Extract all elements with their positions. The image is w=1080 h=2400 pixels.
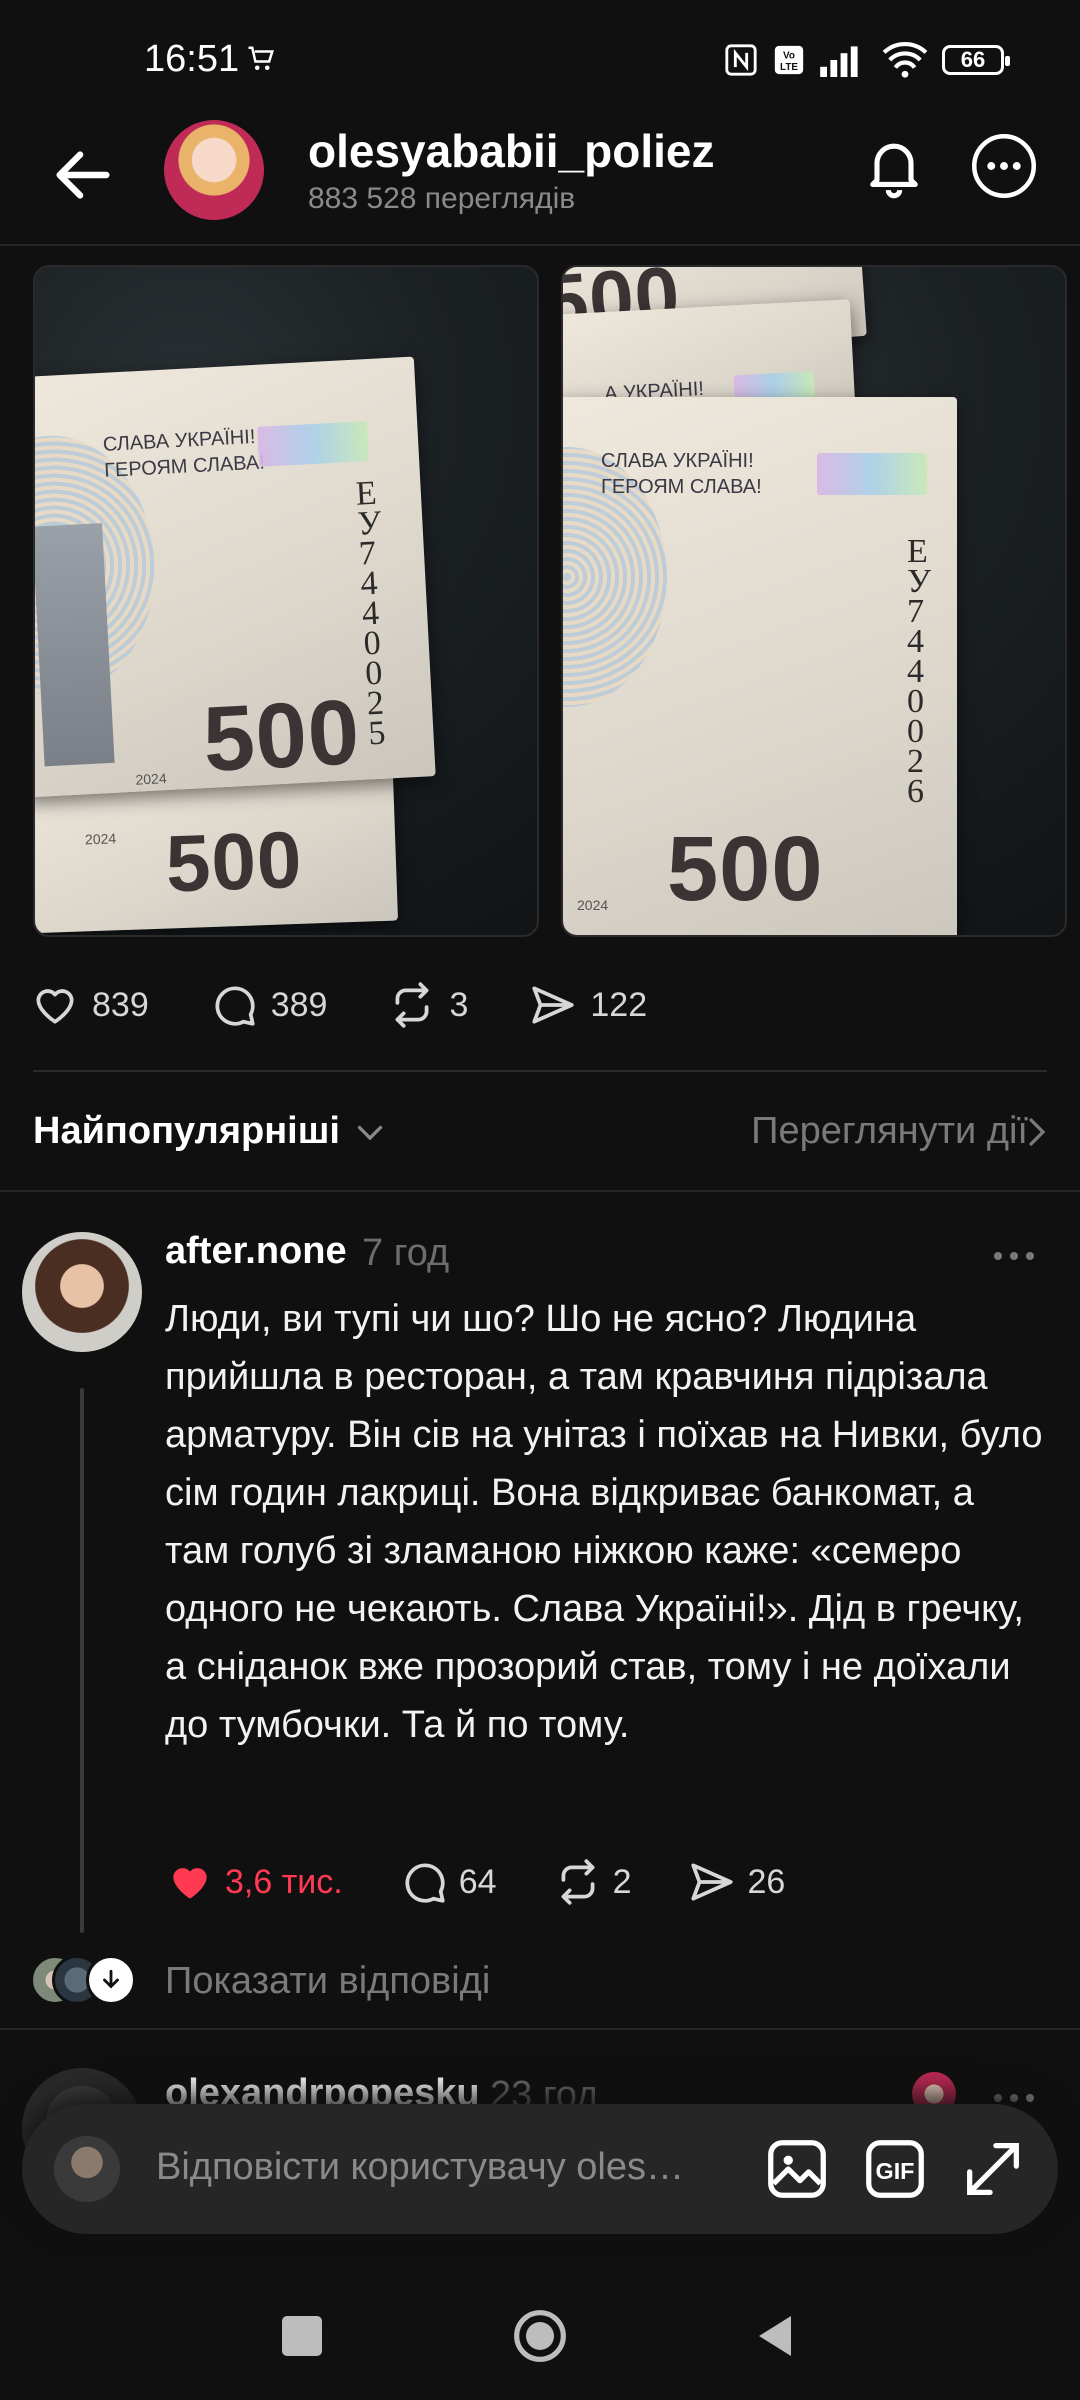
back-icon[interactable]: [48, 140, 118, 210]
post-actions: 839 389 3 122: [30, 975, 707, 1035]
author-avatar[interactable]: [164, 120, 264, 220]
expand-icon[interactable]: [958, 2134, 1028, 2204]
sort-dropdown[interactable]: Найпопулярніші: [33, 1110, 340, 1153]
more-icon[interactable]: [970, 132, 1038, 200]
comment-username[interactable]: after.none: [165, 1230, 347, 1273]
svg-text:Vo: Vo: [783, 51, 795, 62]
comment-count: 389: [270, 985, 328, 1024]
comment-like-count: 3,6 тис.: [225, 1862, 343, 1901]
battery-indicator: 66: [942, 45, 1010, 75]
comment-repost-count: 2: [612, 1862, 632, 1901]
battery-level: 66: [960, 47, 986, 72]
comment-button[interactable]: 389: [209, 980, 328, 1030]
share-icon: [532, 986, 575, 1024]
comment-like-button[interactable]: 3,6 тис.: [165, 1857, 343, 1907]
comment-time: 7 год: [362, 1232, 450, 1274]
my-avatar: [54, 2136, 120, 2202]
banknote-text-2: ГЕРОЯМ СЛАВА!: [601, 476, 762, 498]
author-username[interactable]: olesyababii_poliez: [308, 124, 714, 178]
sort-bar: Найпопулярніші Переглянути дії: [0, 1072, 1080, 1192]
status-bar: 16:51 Vo LTE 66: [0, 0, 1080, 120]
banknote-tower: [35, 523, 115, 767]
repost-icon: [561, 1859, 595, 1905]
heart-icon: [36, 989, 74, 1024]
comment-reply-button[interactable]: 64: [399, 1857, 497, 1907]
banknote-serial: ЕУ7440026: [907, 533, 932, 810]
svg-text:LTE: LTE: [780, 62, 798, 73]
banknote-front: СЛАВА УКРАЇНІ! ГЕРОЯМ СЛАВА! ЕУ7440025 5…: [35, 356, 436, 798]
repost-count: 3: [449, 985, 469, 1024]
thread-header: olesyababii_poliez 883 528 переглядів: [0, 110, 1080, 246]
banknote-text-1: СЛАВА УКРАЇНІ!: [601, 450, 754, 472]
comment-icon: [405, 1863, 445, 1903]
nfc-icon: [725, 44, 757, 76]
like-count: 839: [92, 985, 149, 1024]
status-time: 16:51: [144, 38, 240, 80]
repost-icon: [396, 982, 429, 1028]
chevron-right-icon[interactable]: [1024, 1114, 1050, 1150]
comment-share-count: 26: [747, 1862, 786, 1901]
comment-avatar[interactable]: [22, 1232, 142, 1352]
comment-repost-button[interactable]: 2: [553, 1857, 632, 1907]
post-photo-2[interactable]: 500 А УКРАЇНІ! СЛАВА УКРАЇНІ! ГЕРОЯМ СЛА…: [561, 265, 1067, 937]
system-nav-bar: [0, 2260, 1080, 2400]
like-button[interactable]: 839: [30, 980, 149, 1030]
comment-icon: [215, 986, 255, 1026]
expand-replies-badge: [86, 1955, 136, 2005]
recent-apps-button[interactable]: [282, 2316, 322, 2356]
share-count: 122: [590, 985, 648, 1024]
thread-line: [80, 1388, 84, 1933]
svg-text:GIF: GIF: [876, 2158, 915, 2184]
home-button[interactable]: [512, 2308, 568, 2364]
cart-icon: [248, 46, 274, 70]
more-icon[interactable]: [990, 1238, 1038, 1274]
signal-icon: [820, 46, 858, 77]
show-replies-link[interactable]: Показати відповіді: [165, 1960, 490, 2003]
view-activity-link[interactable]: Переглянути дії: [751, 1110, 1028, 1153]
bell-icon[interactable]: [860, 132, 928, 200]
share-button[interactable]: 122: [528, 980, 647, 1030]
volte-icon: VoLTE: [774, 45, 804, 75]
image-icon[interactable]: [762, 2134, 832, 2204]
heart-filled-icon: [173, 1868, 207, 1899]
repost-button[interactable]: 3: [387, 980, 468, 1030]
banknote-denomination: 500: [667, 818, 824, 920]
comment-reply-count: 64: [458, 1862, 497, 1901]
banknote-serial: ЕУ7440025: [354, 474, 387, 753]
arrow-down-icon: [103, 1969, 119, 1989]
banknote-year: 2024: [135, 770, 168, 788]
comment-text: Люди, ви тупі чи шо? Шо не ясно? Людина …: [165, 1298, 1043, 1746]
share-icon: [691, 1863, 734, 1901]
post-photo-1[interactable]: 500 2024 СЛАВА УКРАЇНІ! ГЕРОЯМ СЛАВА! ЕУ…: [33, 265, 539, 937]
system-back-button[interactable]: [755, 2312, 795, 2360]
banknote-hologram-2: [817, 453, 927, 495]
reply-avatars[interactable]: [30, 1955, 150, 2005]
comment-share-button[interactable]: 26: [687, 1857, 785, 1907]
banknote-hologram: [257, 421, 370, 467]
banknote-denomination-back: 500: [164, 814, 304, 909]
banknote-front-2: СЛАВА УКРАЇНІ! ГЕРОЯМ СЛАВА! ЕУ7440026 5…: [563, 397, 957, 935]
banknote-year-back: 2024: [84, 830, 117, 848]
banknote-denomination: 500: [200, 680, 363, 792]
divider: [0, 2028, 1080, 2030]
wifi-icon: [882, 42, 928, 78]
reply-composer[interactable]: Відповісти користувачу oles… GIF: [22, 2104, 1058, 2234]
gif-icon[interactable]: GIF: [860, 2134, 930, 2204]
reply-input[interactable]: Відповісти користувачу oles…: [156, 2146, 684, 2189]
chevron-down-icon[interactable]: [352, 1114, 388, 1150]
banknote-year: 2024: [577, 897, 609, 913]
comment-actions: 3,6 тис. 64 2 26: [165, 1852, 841, 1912]
view-count: 883 528 переглядів: [308, 182, 576, 215]
status-icons: Vo LTE 66: [724, 40, 1010, 80]
